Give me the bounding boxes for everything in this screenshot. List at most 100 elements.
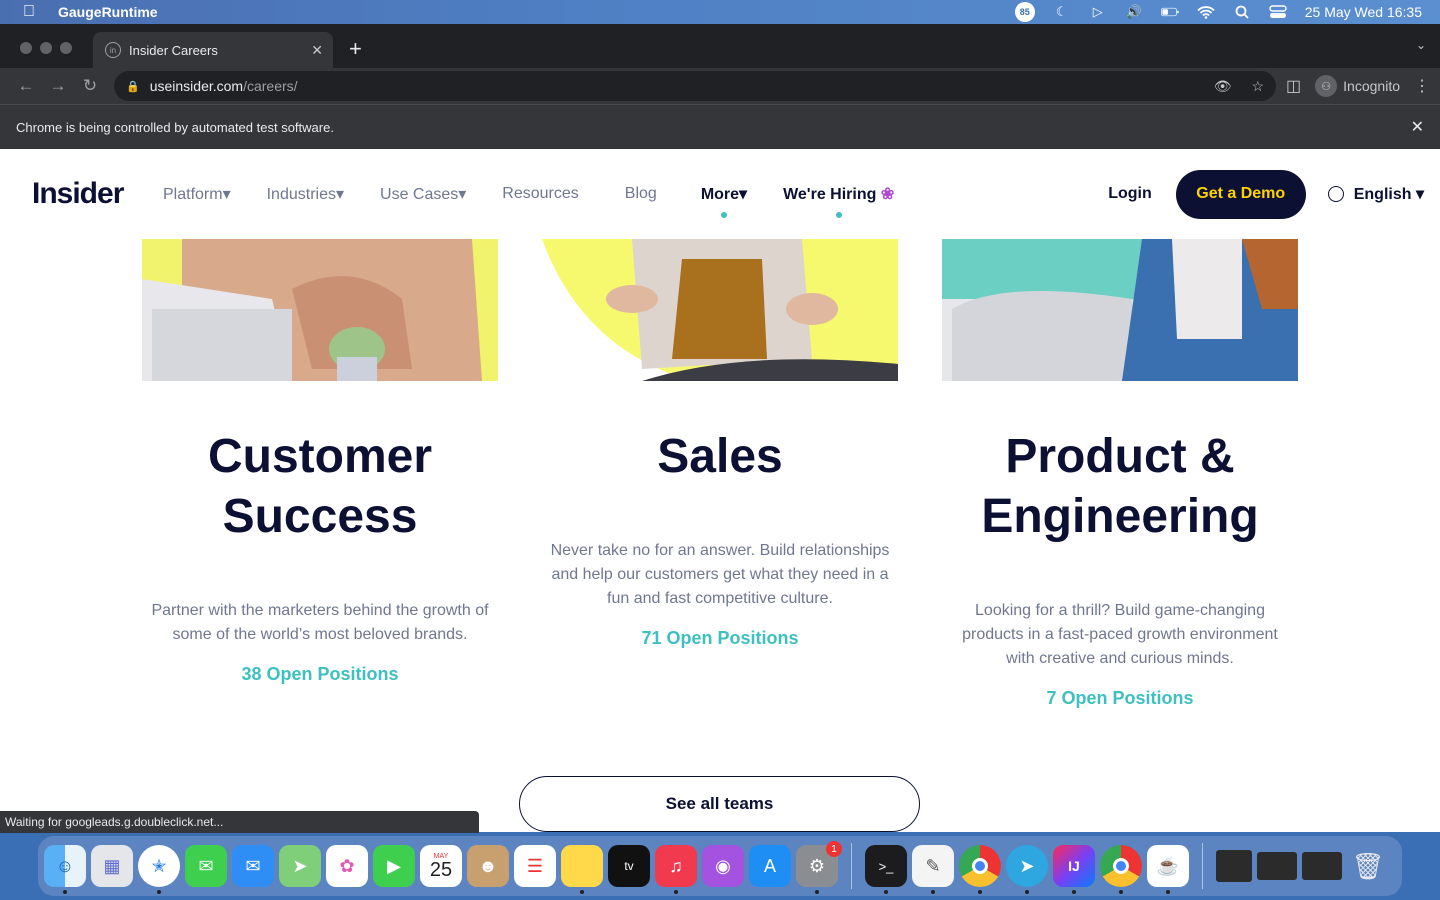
nav-dot	[835, 212, 842, 218]
chrome-icon-2[interactable]	[1100, 845, 1142, 894]
close-tab-icon[interactable]: ✕	[311, 42, 323, 59]
trash-icon[interactable]: 🗑	[1347, 845, 1389, 887]
wifi-icon[interactable]	[1197, 5, 1215, 19]
address-bar[interactable]: 🔒 useinsider.com/careers/ 👁 ☆	[114, 71, 1277, 101]
launchpad-icon[interactable]: ▦	[91, 845, 133, 887]
control-center-icon[interactable]	[1269, 5, 1287, 19]
team-title-line: Success	[222, 490, 418, 543]
minimize-window-button[interactable]	[40, 42, 52, 54]
browser-tab[interactable]: in Insider Careers ✕	[93, 32, 333, 68]
dock-separator	[851, 843, 852, 889]
globe-icon	[1327, 186, 1344, 202]
play-icon[interactable]: ▷	[1089, 4, 1107, 19]
messages-icon[interactable]: ✉	[185, 845, 227, 887]
browser-toolbar: ← → ↻ 🔒 useinsider.com/careers/ 👁 ☆ ◫ ⚇ …	[0, 68, 1440, 104]
reminders-icon[interactable]: ☰	[514, 845, 556, 887]
textedit-icon[interactable]: ✎	[912, 845, 954, 894]
minimized-window-3[interactable]	[1302, 852, 1342, 880]
web-page: Insider Platform▾ Industries▾ Use Cases▾…	[0, 149, 1440, 832]
safari-icon[interactable]: ✭	[138, 845, 180, 894]
nav-platform[interactable]: Platform▾	[163, 184, 231, 204]
team-title: Sales	[657, 430, 783, 483]
back-button[interactable]: ←	[10, 76, 42, 96]
infobar-text: Chrome is being controlled by automated …	[16, 119, 334, 135]
finder-icon[interactable]: ☺	[44, 845, 86, 894]
app-store-icon[interactable]: A	[749, 845, 791, 887]
nav-more[interactable]: More▾	[700, 184, 748, 218]
eye-off-icon[interactable]: 👁	[1214, 78, 1232, 95]
nav-more-label: More▾	[700, 186, 748, 203]
open-positions-link[interactable]: 7 Open Positions	[942, 688, 1298, 709]
running-indicator	[931, 890, 935, 894]
app-name[interactable]: GaugeRuntime	[58, 4, 158, 20]
tab-search-icon[interactable]: ⌄	[1416, 38, 1426, 52]
get-demo-button[interactable]: Get a Demo	[1175, 169, 1306, 219]
intellij-icon[interactable]: IJ	[1053, 845, 1095, 894]
running-indicator	[157, 890, 161, 894]
battery-icon[interactable]	[1160, 5, 1179, 19]
apple-icon[interactable]: 	[0, 3, 58, 21]
reload-button[interactable]: ↻	[74, 76, 106, 96]
open-positions-link[interactable]: 38 Open Positions	[142, 664, 498, 685]
minimized-window-2[interactable]	[1257, 852, 1297, 880]
team-title: Customer Success	[142, 427, 498, 547]
window-controls	[0, 42, 93, 68]
running-indicator	[1072, 890, 1076, 894]
search-icon[interactable]	[1233, 5, 1251, 19]
nav-were-hiring[interactable]: We're Hiring ❀	[783, 184, 894, 218]
music-icon[interactable]: ♫	[655, 845, 697, 894]
maximize-window-button[interactable]	[60, 42, 72, 54]
dock: ☺ ▦ ✭ ✉ ✉ ➤ ✿ ▶ MAY 25 ☻ ☰ ■ tv ♫ ◉ A ⚙ 1…	[38, 836, 1402, 896]
new-tab-button[interactable]: +	[349, 36, 362, 62]
insider-logo[interactable]: Insider	[32, 177, 163, 211]
contacts-icon[interactable]: ☻	[467, 845, 509, 887]
incognito-profile[interactable]: ⚇ Incognito	[1315, 75, 1400, 97]
login-link[interactable]: Login	[1108, 185, 1152, 203]
nav-use-cases[interactable]: Use Cases▾	[380, 184, 466, 204]
volume-icon[interactable]: 🔊	[1125, 4, 1143, 19]
calendar-icon[interactable]: MAY 25	[420, 845, 462, 887]
running-indicator	[978, 890, 982, 894]
datetime[interactable]: 25 May Wed 16:35	[1305, 4, 1422, 20]
bookmark-star-icon[interactable]: ☆	[1251, 78, 1264, 95]
tab-title: Insider Careers	[129, 42, 218, 58]
insider-favicon-icon: in	[105, 42, 121, 58]
chrome-icon[interactable]	[959, 845, 1001, 894]
system-preferences-icon[interactable]: ⚙ 1	[796, 841, 842, 894]
moon-icon[interactable]: ☾	[1053, 4, 1071, 19]
maps-icon[interactable]: ➤	[279, 845, 321, 887]
lock-icon[interactable]: 🔒	[126, 80, 140, 93]
close-window-button[interactable]	[20, 42, 32, 54]
running-indicator	[1166, 890, 1170, 894]
close-infobar-icon[interactable]: ✕	[1411, 117, 1424, 137]
podcasts-icon[interactable]: ◉	[702, 845, 744, 887]
java-icon[interactable]: ☕	[1147, 845, 1189, 894]
minimized-window-1[interactable]	[1216, 850, 1252, 882]
terminal-icon[interactable]: >_	[865, 845, 907, 894]
telegram-icon[interactable]: ➤	[1006, 845, 1048, 894]
apple-tv-icon[interactable]: tv	[608, 845, 650, 887]
tab-strip: in Insider Careers ✕ + ⌄	[0, 24, 1440, 68]
nav-industries[interactable]: Industries▾	[267, 184, 344, 204]
see-all-teams-button[interactable]: See all teams	[519, 776, 920, 832]
mail-icon[interactable]: ✉	[232, 845, 274, 887]
logo-text: Insider	[32, 177, 124, 210]
facetime-icon[interactable]: ▶	[373, 845, 415, 887]
nav-resources[interactable]: Resources	[502, 185, 578, 203]
nav-blog[interactable]: Blog	[625, 185, 657, 203]
open-positions-link[interactable]: 71 Open Positions	[542, 628, 898, 649]
notes-icon[interactable]: ■	[561, 845, 603, 894]
running-indicator	[63, 890, 67, 894]
running-indicator	[674, 890, 678, 894]
side-panel-icon[interactable]: ◫	[1286, 76, 1301, 96]
kebab-menu-icon[interactable]: ⋮	[1414, 76, 1430, 96]
team-title-line: Engineering	[981, 490, 1259, 543]
running-indicator	[1119, 890, 1123, 894]
photos-icon[interactable]: ✿	[326, 845, 368, 887]
status-badge[interactable]: 85	[1014, 2, 1035, 22]
main-nav: Platform▾ Industries▾ Use Cases▾ Resourc…	[163, 184, 930, 218]
running-indicator	[580, 890, 584, 894]
language-selector[interactable]: English ▾	[1327, 184, 1424, 204]
forward-button[interactable]: →	[42, 76, 74, 96]
browser-chrome: in Insider Careers ✕ + ⌄ ← → ↻ 🔒 useinsi…	[0, 24, 1440, 149]
